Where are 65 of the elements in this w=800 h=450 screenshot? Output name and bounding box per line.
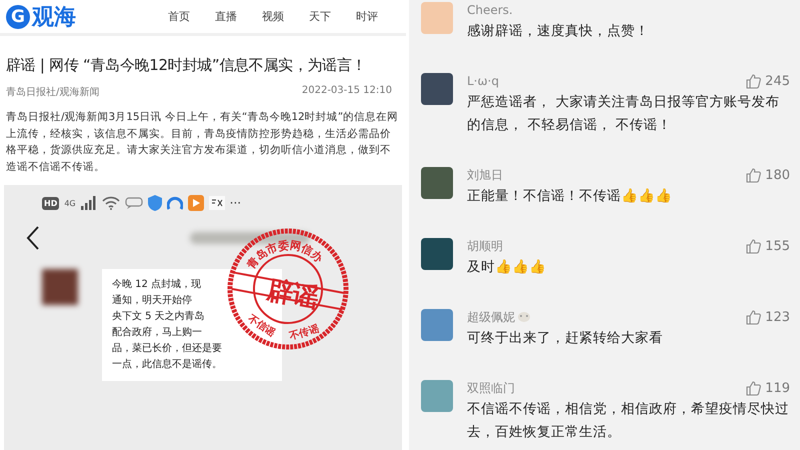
comment-text: 可终于出来了，赶紧转给大家看	[467, 330, 663, 346]
comment-text: 严惩造谣者， 大家请关注青岛日报等官方账号发布的信息， 不轻易信谣， 不传谣！	[467, 94, 780, 133]
stamp-left-text: 不信谣	[246, 313, 277, 340]
nav-link[interactable]: 直播	[215, 9, 237, 24]
user-name[interactable]: 刘旭日	[467, 166, 503, 184]
thumbs-up-outline-icon	[746, 380, 762, 396]
user-name[interactable]: 超级佩妮	[467, 308, 515, 326]
back-icon	[26, 225, 40, 251]
stamp-ring-text: 青岛市委网信办	[244, 238, 326, 272]
thumbs-up-outline-icon	[746, 168, 762, 182]
message-text: 通知，明天开始停	[112, 294, 192, 308]
article-body: 青岛日报社/观海新闻3月15日讯 今日上午，有关“青岛今晚12时封城”的信息在网上流传，经核实，该信息不属实。目前，青岛疫情防控形势趋稳，生活必需品价格平稳，货源供应充足。请大家关注官方发布渠道，切勿听信小道消息，做到不造谣不信谣不传谣。	[6, 110, 400, 174]
article-title: 辟谣 | 网传 “青岛今晚12时封城”信息不属实，为谣言！	[6, 56, 368, 75]
more-label: ···	[230, 196, 242, 210]
like-count: 155	[765, 238, 790, 254]
wifi-icon	[102, 196, 120, 210]
ring-icon	[166, 195, 183, 211]
user-name[interactable]: 胡顺明	[467, 238, 503, 254]
like-count: 119	[765, 380, 790, 396]
user-name[interactable]: 双照临门	[467, 380, 515, 396]
message-text: 一点，此信息不是谣传。	[112, 358, 222, 372]
message-text: 央下文 5 天之内青岛	[112, 310, 205, 324]
stamp-bottom-text: 不传谣	[288, 324, 320, 342]
comment-text: 不信谣不传谣，相信党，相信政府，希望疫情尽快过去，百姓恢复正常生活。	[467, 401, 789, 440]
shield-icon	[148, 195, 162, 211]
like-count: 123	[765, 310, 790, 324]
avatar[interactable]	[421, 167, 453, 199]
comment-text: 正能量！不信谣！不传谣👍👍👍	[467, 188, 672, 204]
user-name[interactable]: L·ω·q	[467, 74, 499, 88]
chat-bubble-icon	[124, 197, 143, 209]
logo-text[interactable]: 观海	[32, 2, 76, 32]
avatar[interactable]	[421, 380, 453, 412]
user-name[interactable]: Cheers.	[467, 3, 513, 17]
like-button[interactable]: 119	[746, 380, 790, 396]
avatar[interactable]	[421, 309, 453, 341]
comment-text: 及时👍👍👍	[467, 259, 546, 275]
blurred-avatar	[42, 269, 78, 305]
nav-link[interactable]: 视频	[262, 9, 284, 24]
comment-text: 感谢辟谣，速度真快，点赞！	[467, 23, 649, 39]
message-text: 品，菜已长价，但还是要	[112, 342, 222, 356]
like-button[interactable]: 180	[746, 168, 790, 182]
article-source: 青岛日报社/观海新闻	[6, 86, 100, 99]
thumbs-up-outline-icon	[746, 74, 762, 88]
app-icon	[208, 196, 225, 210]
like-button[interactable]: 245	[746, 74, 790, 88]
play-icon	[188, 195, 204, 211]
like-count: 245	[765, 74, 790, 88]
message-text: 今晚 12 点封城，现	[112, 278, 202, 292]
nav-link[interactable]: 天下	[309, 9, 331, 24]
message-text: 配合政府，马上购一	[112, 326, 202, 340]
article-date: 2022-03-15 12:10	[302, 85, 392, 98]
thumbs-up-outline-icon	[746, 310, 762, 324]
nav-link[interactable]: 首页	[168, 9, 190, 24]
logo-mark[interactable]: G	[6, 4, 30, 28]
avatar[interactable]	[421, 2, 453, 34]
signal-icon	[80, 196, 97, 210]
nav-link[interactable]: 时评	[356, 9, 378, 24]
hd-badge: HD	[42, 196, 60, 210]
like-count: 180	[765, 168, 790, 182]
avatar[interactable]	[421, 238, 453, 270]
avatar[interactable]	[421, 73, 453, 105]
thumbs-up-outline-icon	[746, 238, 762, 254]
like-button[interactable]: 123	[746, 310, 790, 324]
like-button[interactable]: 155	[746, 238, 790, 254]
network-label: 4G	[64, 198, 76, 208]
